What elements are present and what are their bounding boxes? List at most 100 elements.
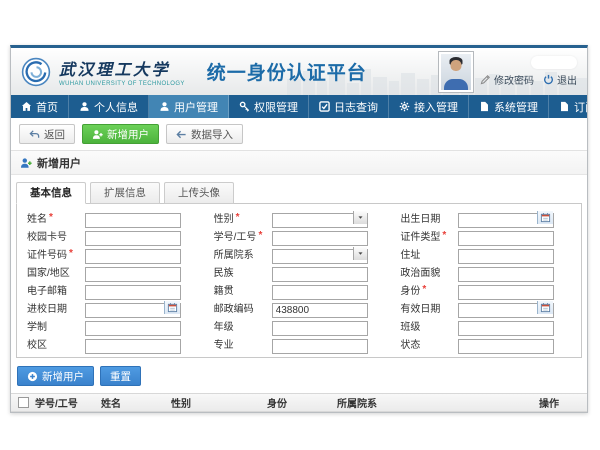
- form-field: 民族*: [206, 264, 393, 279]
- field-label: 进校日期*: [27, 300, 85, 315]
- results-table-header: 学号/工号姓名性别身份所属院系操作: [11, 393, 587, 412]
- back-arrow-icon: [29, 129, 40, 140]
- table-column-header: 姓名: [101, 395, 171, 410]
- logout-link[interactable]: 退出: [543, 72, 577, 87]
- header-links: 修改密码 退出: [480, 72, 577, 87]
- field-label: 国家/地区*: [27, 264, 85, 279]
- table-column-header: 所属院系: [337, 395, 539, 410]
- username-placeholder: [531, 56, 577, 69]
- form-field: 政治面貌*: [392, 264, 579, 279]
- user-controls: 修改密码 退出: [480, 56, 577, 87]
- change-password-link[interactable]: 修改密码: [480, 72, 534, 87]
- calendar-icon[interactable]: [537, 211, 553, 224]
- field-input[interactable]: [85, 267, 181, 282]
- tab[interactable]: 扩展信息: [90, 182, 160, 204]
- avatar-head: [451, 60, 462, 71]
- form-grid: 姓名* 性别*: [17, 204, 581, 357]
- reset-button[interactable]: 重置: [100, 366, 141, 386]
- table-column-header: 操作: [539, 395, 587, 410]
- form-field: 身份*: [392, 282, 579, 297]
- form-field: 所属院系*: [206, 246, 393, 261]
- field-input[interactable]: [85, 321, 181, 336]
- table-column-header: 学号/工号: [35, 395, 101, 410]
- field-input[interactable]: [272, 339, 368, 354]
- form-field: 姓名*: [19, 210, 206, 225]
- pencil-icon: [480, 74, 491, 85]
- nav-item[interactable]: 日志查询: [309, 95, 389, 118]
- nav-item[interactable]: 个人信息: [69, 95, 149, 118]
- field-input[interactable]: [458, 321, 554, 336]
- add-user-icon: [20, 157, 32, 169]
- caret-down-icon[interactable]: [353, 211, 367, 224]
- change-password-label: 修改密码: [494, 72, 534, 87]
- university-name: 武汉理工大学: [59, 56, 185, 80]
- page-title: 统一身份认证平台: [207, 58, 367, 85]
- data-import-button[interactable]: 数据导入: [166, 124, 243, 144]
- field-label: 证件号码*: [27, 246, 85, 261]
- field-input[interactable]: [458, 249, 554, 264]
- nav-item[interactable]: 接入管理: [389, 95, 469, 118]
- nav-item[interactable]: 权限管理: [229, 95, 309, 118]
- nav-item[interactable]: 订阅管理: [549, 95, 588, 118]
- field-input[interactable]: [85, 213, 181, 228]
- back-button[interactable]: 返回: [19, 124, 75, 144]
- field-label: 学号/工号*: [214, 228, 272, 243]
- tab[interactable]: 基本信息: [16, 182, 86, 204]
- field-input[interactable]: [272, 231, 368, 246]
- key-icon: [239, 101, 250, 112]
- required-marker: *: [69, 248, 73, 259]
- caret-down-icon[interactable]: [353, 247, 367, 260]
- field-label: 籍贯*: [214, 282, 272, 297]
- section-header: 新增用户: [11, 150, 587, 175]
- form-actions: 新增用户 重置: [11, 358, 587, 393]
- doc-icon: [479, 101, 490, 112]
- log-icon: [319, 101, 330, 112]
- field-label: 政治面貌*: [400, 264, 458, 279]
- form-field: 证件类型*: [392, 228, 579, 243]
- toolbar: 返回 新增用户 数据导入: [11, 118, 587, 150]
- nav-item-label: 个人信息: [94, 99, 138, 115]
- nav-item-label: 首页: [36, 99, 58, 115]
- field-input[interactable]: [458, 339, 554, 354]
- field-label: 班级*: [400, 318, 458, 333]
- field-input[interactable]: [85, 339, 181, 354]
- calendar-icon[interactable]: [537, 301, 553, 314]
- field-input[interactable]: [272, 303, 368, 318]
- nav-item[interactable]: 用户管理: [149, 95, 229, 118]
- field-input[interactable]: [272, 321, 368, 336]
- field-input[interactable]: [272, 285, 368, 300]
- field-input[interactable]: [272, 267, 368, 282]
- plus-circle-icon: [27, 371, 38, 382]
- add-user-button[interactable]: 新增用户: [82, 124, 159, 144]
- field-input[interactable]: [85, 231, 181, 246]
- import-arrow-icon: [176, 129, 187, 140]
- field-label: 民族*: [214, 264, 272, 279]
- submit-add-user-button[interactable]: 新增用户: [17, 366, 94, 386]
- field-label: 邮政编码*: [214, 300, 272, 315]
- field-input[interactable]: [458, 231, 554, 246]
- tab[interactable]: 上传头像: [164, 182, 234, 204]
- required-marker: *: [422, 284, 426, 295]
- app-header: 武汉理工大学 WUHAN UNIVERSITY OF TECHNOLOGY 统一…: [11, 48, 587, 95]
- select-all-checkbox[interactable]: [18, 397, 29, 408]
- avatar: [439, 52, 473, 92]
- nav-item[interactable]: 首页: [11, 95, 69, 118]
- field-input[interactable]: [85, 285, 181, 300]
- nav-item-label: 日志查询: [334, 99, 378, 115]
- table-column-header: 性别: [171, 395, 267, 410]
- nav-item-label: 接入管理: [414, 99, 458, 115]
- calendar-icon[interactable]: [164, 301, 180, 314]
- gear-icon: [399, 101, 410, 112]
- form-field: 证件号码*: [19, 246, 206, 261]
- field-label: 专业*: [214, 336, 272, 351]
- required-marker: *: [236, 212, 240, 223]
- field-input[interactable]: [458, 267, 554, 282]
- form-field: 学号/工号*: [206, 228, 393, 243]
- user-icon: [159, 101, 170, 112]
- field-input[interactable]: [458, 285, 554, 300]
- form-field: 电子邮箱*: [19, 282, 206, 297]
- field-input[interactable]: [85, 249, 181, 264]
- nav-item[interactable]: 系统管理: [469, 95, 549, 118]
- field-label: 姓名*: [27, 210, 85, 225]
- required-marker: *: [49, 212, 53, 223]
